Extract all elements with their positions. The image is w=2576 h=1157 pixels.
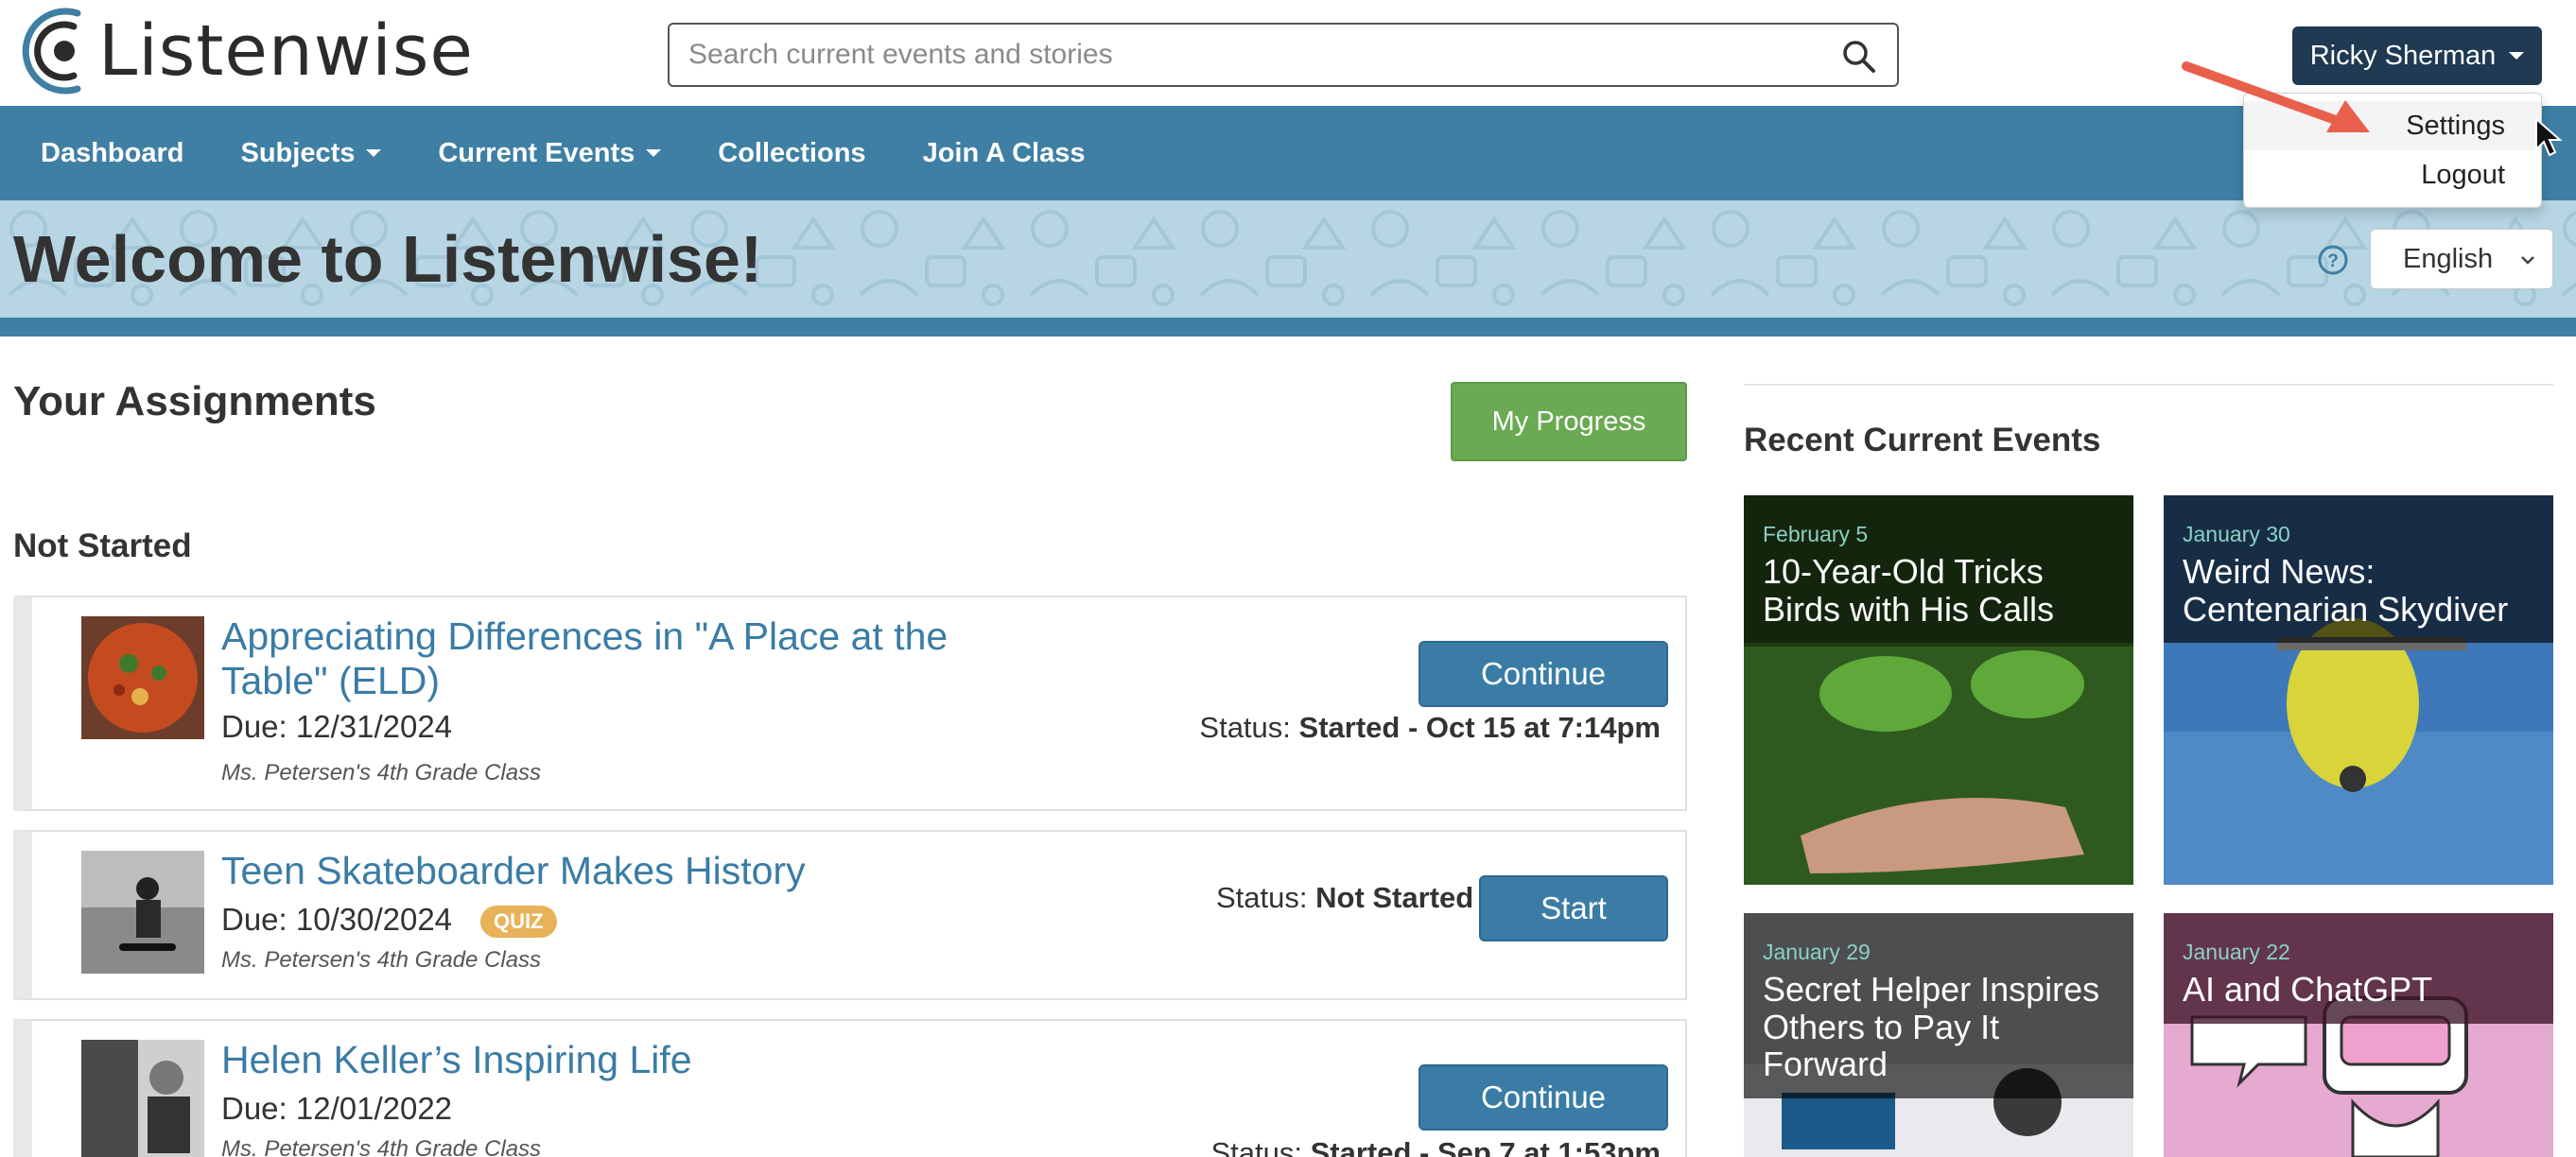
section-label-not-started: Not Started — [13, 527, 192, 564]
mouse-cursor-icon — [2535, 117, 2563, 157]
caret-down-icon — [2509, 52, 2525, 60]
assignment-title-link[interactable]: Appreciating Differences in "A Place at … — [221, 614, 1035, 703]
event-date: January 29 — [1763, 940, 1871, 964]
assignment-thumbnail — [81, 616, 204, 739]
status-value: Not Started — [1315, 881, 1474, 914]
logo[interactable]: Listenwise — [21, 4, 474, 98]
assignment-class-name: Ms. Petersen's 4th Grade Class — [221, 947, 542, 973]
nav-item-dashboard[interactable]: Dashboard — [41, 138, 183, 169]
nav-label: Dashboard — [41, 137, 184, 168]
page-title: Welcome to Listenwise! — [13, 222, 763, 296]
nav-label: Join A Class — [922, 137, 1086, 168]
event-title: AI and ChatGPT — [2183, 970, 2433, 1009]
chevron-down-icon — [2521, 256, 2534, 265]
nav-label: Collections — [718, 137, 866, 168]
assignment-thumbnail — [81, 851, 204, 974]
section-divider — [1744, 384, 2553, 386]
caret-down-icon — [366, 149, 382, 157]
event-title: 10-Year-Old Tricks Birds with His Calls — [1763, 552, 2055, 629]
banner-divider — [0, 318, 2576, 337]
logo-icon — [22, 8, 81, 95]
assignment-thumbnail — [81, 1040, 204, 1157]
start-button[interactable]: Start — [1479, 875, 1668, 941]
assignment-status: Status: Started - Sep 7 at 1:53pm — [1210, 1136, 1661, 1157]
assignment-status: Status: Started - Oct 15 at 7:14pm — [1199, 711, 1661, 745]
status-prefix: Status: — [1210, 1136, 1302, 1157]
logo-text: Listenwise — [98, 10, 474, 92]
assignment-status: Status: Not Started — [1216, 881, 1473, 915]
assignment-title-link[interactable]: Helen Keller’s Inspiring Life — [221, 1038, 1035, 1082]
search-input[interactable] — [670, 39, 1804, 71]
language-value: English — [2403, 243, 2494, 274]
assignment-due-date: Due: 12/01/2022 — [221, 1091, 453, 1126]
due-text: Due: 10/30/2024 — [221, 902, 453, 937]
assignment-card: Appreciating Differences in "A Place at … — [13, 596, 1687, 811]
welcome-banner: Welcome to Listenwise! — [0, 200, 2576, 318]
event-tile-header: January 29 Secret Helper Inspires Others… — [1744, 913, 2133, 1098]
event-tile-header: February 5 10-Year-Old Tricks Birds with… — [1744, 495, 2133, 644]
assignments-heading: Your Assignments — [13, 378, 376, 424]
caret-down-icon — [646, 149, 662, 157]
status-prefix: Status: — [1216, 881, 1308, 914]
event-date: January 30 — [2183, 522, 2290, 546]
continue-button[interactable]: Continue — [1419, 1064, 1668, 1131]
assignment-class-name: Ms. Petersen's 4th Grade Class — [221, 1136, 542, 1157]
assignment-class-name: Ms. Petersen's 4th Grade Class — [221, 760, 542, 786]
assignment-due-date: Due: 12/31/2024 — [221, 709, 453, 744]
event-title: Secret Helper Inspires Others to Pay It … — [1763, 970, 2100, 1084]
nav-item-join-a-class[interactable]: Join A Class — [923, 138, 1086, 169]
recent-events-heading: Recent Current Events — [1744, 422, 2101, 458]
help-icon[interactable]: ? — [2317, 244, 2349, 276]
event-tile[interactable]: January 30 Weird News: Centenarian Skydi… — [2164, 495, 2553, 885]
assignment-card: Teen Skateboarder Makes History Due: 10/… — [13, 830, 1687, 1000]
status-prefix: Status: — [1199, 711, 1291, 744]
annotation-arrow-icon — [2182, 61, 2370, 132]
continue-button[interactable]: Continue — [1419, 641, 1668, 707]
nav-label: Subjects — [240, 137, 356, 168]
nav-item-collections[interactable]: Collections — [718, 138, 865, 169]
event-tile[interactable]: January 22 AI and ChatGPT — [2164, 913, 2553, 1157]
my-progress-button[interactable]: My Progress — [1451, 382, 1687, 461]
event-tile-header: January 22 AI and ChatGPT — [2164, 913, 2553, 1024]
search-box — [668, 23, 1899, 87]
quiz-badge: QUIZ — [480, 906, 557, 939]
assignment-card: Helen Keller’s Inspiring Life Due: 12/01… — [13, 1019, 1687, 1157]
nav-label: Current Events — [438, 137, 635, 168]
nav-item-subjects[interactable]: Subjects — [240, 137, 382, 169]
svg-text:?: ? — [2327, 251, 2339, 271]
status-value: Started - Oct 15 at 7:14pm — [1298, 711, 1661, 744]
nav-item-current-events[interactable]: Current Events — [438, 137, 662, 169]
assignment-title-link[interactable]: Teen Skateboarder Makes History — [221, 849, 1035, 893]
event-date: February 5 — [1763, 522, 1869, 546]
event-title: Weird News: Centenarian Skydiver — [2183, 552, 2509, 629]
event-tile[interactable]: February 5 10-Year-Old Tricks Birds with… — [1744, 495, 2133, 885]
status-value: Started - Sep 7 at 1:53pm — [1310, 1136, 1661, 1157]
language-select[interactable]: English — [2370, 229, 2553, 289]
event-tile-header: January 30 Weird News: Centenarian Skydi… — [2164, 495, 2553, 644]
event-tile[interactable]: January 29 Secret Helper Inspires Others… — [1744, 913, 2133, 1157]
assignment-due-date: Due: 10/30/2024 QUIZ — [221, 902, 557, 939]
menu-item-logout[interactable]: Logout — [2244, 150, 2541, 199]
event-date: January 22 — [2183, 940, 2290, 964]
search-icon[interactable] — [1840, 38, 1878, 76]
